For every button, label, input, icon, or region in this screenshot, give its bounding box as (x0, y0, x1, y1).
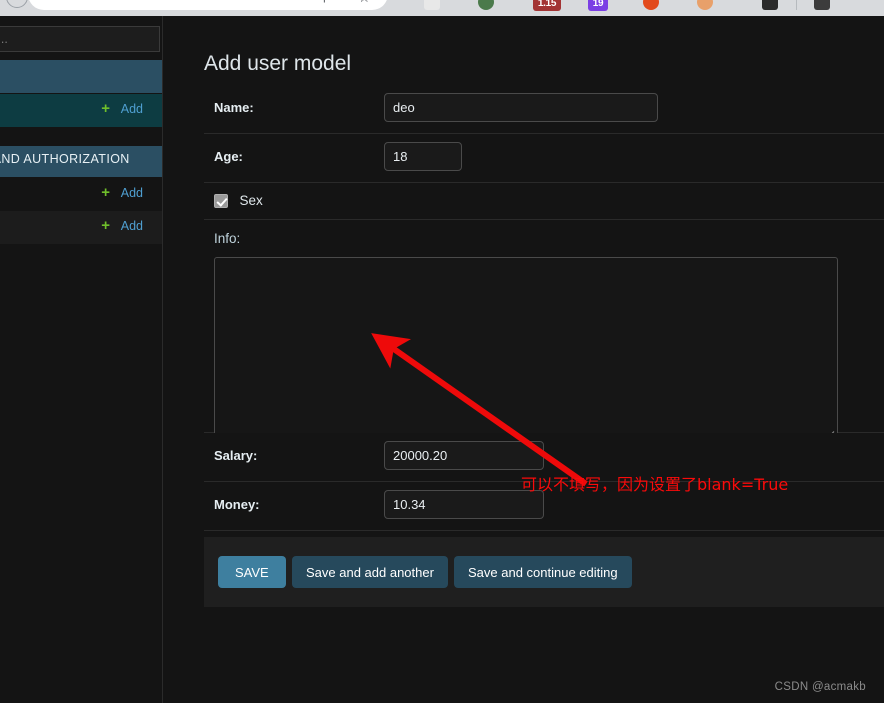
search-icon[interactable]: ⚲ (320, 0, 329, 3)
bookmark-star-icon[interactable]: ☆ (358, 0, 371, 4)
watermark: CSDN @acmakb (774, 681, 866, 693)
sidebar-add-link-2[interactable]: Add (121, 186, 143, 200)
sidebar-add-row-3[interactable]: + Add (0, 211, 162, 244)
sex-label: Sex (239, 193, 263, 209)
money-label: Money: (214, 497, 260, 512)
sidebar-add-link-3[interactable]: Add (121, 219, 143, 233)
info-label: Info: (214, 231, 241, 246)
browser-toolbar-strip: ‹ › ⚲ ☆ 1.15 19 (0, 0, 884, 16)
name-label: Name: (214, 100, 254, 115)
sex-checkbox[interactable] (214, 193, 228, 208)
form-row-money: Money: (204, 482, 884, 531)
plus-icon: + (101, 217, 110, 234)
save-and-continue-editing-button[interactable]: Save and continue editing (454, 556, 632, 588)
extension-green-circle-icon[interactable] (478, 0, 494, 10)
salary-label: Salary: (214, 448, 258, 463)
extension-orange-avatar-icon[interactable] (697, 0, 713, 10)
extension-red-glasses-icon[interactable] (643, 0, 659, 10)
sidebar-add-row-1[interactable]: + Add (0, 94, 162, 127)
sidebar-add-link-1[interactable]: Add (121, 102, 143, 116)
age-input[interactable] (384, 142, 462, 171)
age-label: Age: (214, 149, 243, 164)
sidebar-section-caption-2[interactable]: N AND AUTHORIZATION (0, 146, 162, 177)
toolbar-divider (796, 0, 797, 10)
sex-checkbox-wrap[interactable]: Sex (214, 192, 263, 210)
sidebar-section-caption-1[interactable] (0, 60, 162, 93)
form-row-info: Info: (204, 220, 884, 442)
extension-dark-diamond-icon[interactable] (762, 0, 778, 10)
address-bar[interactable] (28, 0, 388, 10)
user-model-form: Name: Age: Sex Info: Salary: (204, 85, 884, 531)
sidebar-add-row-2[interactable]: + Add (0, 178, 162, 211)
info-textarea[interactable] (214, 257, 838, 437)
sidebar-filter-input[interactable]: er... (0, 26, 160, 52)
form-row-salary: Salary: (204, 433, 884, 482)
reload-icon[interactable] (6, 0, 28, 8)
money-input[interactable] (384, 490, 544, 519)
form-row-age: Age: (204, 134, 884, 183)
admin-sidebar: er... + Add N AND AUTHORIZATION + Add + … (0, 16, 163, 703)
page-title: Add user model (204, 52, 352, 76)
main-content: Add user model Name: Age: Sex Info: (164, 16, 884, 703)
browser-profile-icon[interactable] (814, 0, 830, 10)
save-and-add-another-button[interactable]: Save and add another (292, 556, 448, 588)
form-row-sex: Sex (204, 183, 884, 220)
form-row-name: Name: (204, 85, 884, 134)
plus-icon: + (101, 100, 110, 117)
plus-icon: + (101, 184, 110, 201)
extension-puzzle-icon[interactable] (424, 0, 440, 10)
name-input[interactable] (384, 93, 658, 122)
back-chevron-icon[interactable]: ‹ (266, 0, 270, 3)
salary-input[interactable] (384, 441, 544, 470)
extension-badge-115[interactable]: 1.15 (533, 0, 561, 11)
sidebar-bottom-filler (0, 244, 162, 264)
forward-chevron-icon[interactable]: › (296, 0, 300, 3)
submit-row: SAVE Save and add another Save and conti… (204, 537, 884, 607)
extension-badge-19[interactable]: 19 (588, 0, 608, 11)
save-button[interactable]: SAVE (218, 556, 286, 588)
screenshot-root: ‹ › ⚲ ☆ 1.15 19 er... + Add N AND AUTHOR… (0, 0, 884, 703)
